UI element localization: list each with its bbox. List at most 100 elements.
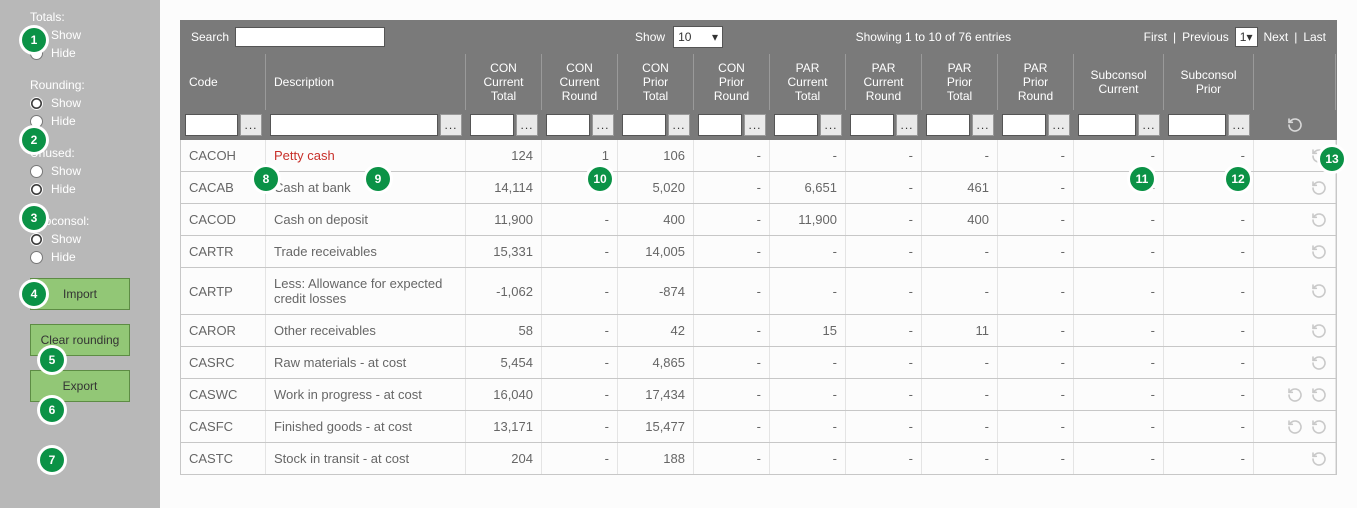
filter-input[interactable] <box>698 114 742 136</box>
filter-ellipsis-button[interactable]: ... <box>820 114 842 136</box>
cell-value[interactable]: 17,434 <box>618 379 694 410</box>
cell-value[interactable]: - <box>998 172 1074 203</box>
cell-value[interactable]: 11,900 <box>770 204 846 235</box>
undo-icon[interactable] <box>1309 417 1329 437</box>
cell-value[interactable]: - <box>922 236 998 267</box>
sidebar-radio[interactable]: Hide <box>30 180 160 198</box>
cell-value[interactable]: - <box>1164 347 1254 378</box>
cell-value[interactable]: - <box>998 443 1074 474</box>
cell-value[interactable]: 14,005 <box>618 236 694 267</box>
cell-value[interactable]: - <box>542 268 618 314</box>
undo-icon[interactable] <box>1285 417 1305 437</box>
cell-value[interactable]: - <box>998 204 1074 235</box>
column-header[interactable]: SubconsolCurrent <box>1074 54 1164 110</box>
filter-ellipsis-button[interactable]: ... <box>592 114 614 136</box>
sidebar-radio[interactable]: Show <box>30 26 160 44</box>
filter-input[interactable] <box>185 114 238 136</box>
undo-icon[interactable] <box>1309 385 1329 405</box>
cell-value[interactable]: - <box>846 315 922 346</box>
column-header[interactable]: PARPriorRound <box>998 54 1074 110</box>
cell-value[interactable]: - <box>542 347 618 378</box>
column-header[interactable]: CONPriorRound <box>694 54 770 110</box>
pager-prev[interactable]: Previous <box>1182 30 1229 44</box>
cell-value[interactable]: - <box>542 379 618 410</box>
cell-value[interactable]: - <box>998 140 1074 171</box>
cell-value[interactable]: 11,900 <box>466 204 542 235</box>
pager-current[interactable]: 1 ▾ <box>1235 27 1258 47</box>
cell-value[interactable]: - <box>1074 379 1164 410</box>
undo-icon[interactable] <box>1309 321 1329 341</box>
filter-input[interactable] <box>1078 114 1136 136</box>
cell-value[interactable]: - <box>922 379 998 410</box>
cell-value[interactable]: -1,062 <box>466 268 542 314</box>
cell-value[interactable]: 5,454 <box>466 347 542 378</box>
sidebar-radio[interactable]: Show <box>30 230 160 248</box>
cell-value[interactable]: - <box>694 411 770 442</box>
cell-value[interactable]: - <box>694 268 770 314</box>
column-header[interactable]: CONCurrentRound <box>542 54 618 110</box>
cell-value[interactable]: - <box>846 268 922 314</box>
cell-value[interactable]: - <box>846 204 922 235</box>
cell-value[interactable]: - <box>694 379 770 410</box>
cell-value[interactable]: - <box>542 411 618 442</box>
filter-ellipsis-button[interactable]: ... <box>744 114 766 136</box>
undo-icon[interactable] <box>1309 353 1329 373</box>
undo-icon[interactable] <box>1309 242 1329 262</box>
cell-value[interactable]: - <box>922 140 998 171</box>
radio-input[interactable] <box>30 183 43 196</box>
undo-icon[interactable] <box>1285 385 1305 405</box>
filter-input[interactable] <box>1002 114 1046 136</box>
cell-value[interactable]: 204 <box>466 443 542 474</box>
cell-value[interactable]: -874 <box>618 268 694 314</box>
cell-value[interactable]: 14,114 <box>466 172 542 203</box>
cell-value[interactable]: - <box>998 268 1074 314</box>
cell-value[interactable]: 1 <box>542 140 618 171</box>
column-header[interactable]: SubconsolPrior <box>1164 54 1254 110</box>
filter-ellipsis-button[interactable]: ... <box>1228 114 1250 136</box>
cell-value[interactable]: - <box>694 315 770 346</box>
filter-input[interactable] <box>774 114 818 136</box>
cell-value[interactable]: - <box>998 347 1074 378</box>
cell-value[interactable]: - <box>846 172 922 203</box>
cell-value[interactable]: 15,477 <box>618 411 694 442</box>
cell-value[interactable]: - <box>1164 268 1254 314</box>
filter-input[interactable] <box>546 114 590 136</box>
sidebar-radio[interactable]: Hide <box>30 248 160 266</box>
cell-value[interactable]: 400 <box>618 204 694 235</box>
cell-value[interactable]: - <box>542 315 618 346</box>
cell-value[interactable]: - <box>922 411 998 442</box>
sidebar-radio[interactable]: Show <box>30 94 160 112</box>
column-header[interactable]: CONCurrentTotal <box>466 54 542 110</box>
cell-value[interactable]: - <box>998 236 1074 267</box>
cell-value[interactable]: - <box>1074 236 1164 267</box>
filter-input[interactable] <box>1168 114 1226 136</box>
cell-value[interactable]: - <box>694 204 770 235</box>
pager-first[interactable]: First <box>1144 30 1167 44</box>
cell-value[interactable]: 15 <box>770 315 846 346</box>
cell-value[interactable]: - <box>846 379 922 410</box>
cell-value[interactable]: 11 <box>922 315 998 346</box>
cell-value[interactable]: - <box>922 443 998 474</box>
cell-value[interactable]: 124 <box>466 140 542 171</box>
filter-input[interactable] <box>270 114 438 136</box>
cell-value[interactable]: 188 <box>618 443 694 474</box>
radio-input[interactable] <box>30 233 43 246</box>
filter-ellipsis-button[interactable]: ... <box>440 114 462 136</box>
column-header[interactable]: PARPriorTotal <box>922 54 998 110</box>
cell-value[interactable]: - <box>846 443 922 474</box>
cell-value[interactable]: - <box>846 411 922 442</box>
cell-value[interactable]: - <box>542 443 618 474</box>
radio-input[interactable] <box>30 165 43 178</box>
cell-value[interactable]: - <box>1074 315 1164 346</box>
cell-value[interactable]: 42 <box>618 315 694 346</box>
cell-value[interactable]: - <box>998 315 1074 346</box>
cell-value[interactable]: - <box>1074 204 1164 235</box>
cell-value[interactable]: 5,020 <box>618 172 694 203</box>
pager-last[interactable]: Last <box>1303 30 1326 44</box>
undo-icon[interactable] <box>1309 449 1329 469</box>
cell-value[interactable]: 15,331 <box>466 236 542 267</box>
cell-value[interactable]: - <box>770 236 846 267</box>
filter-input[interactable] <box>622 114 666 136</box>
undo-icon[interactable] <box>1309 178 1329 198</box>
filter-input[interactable] <box>470 114 514 136</box>
